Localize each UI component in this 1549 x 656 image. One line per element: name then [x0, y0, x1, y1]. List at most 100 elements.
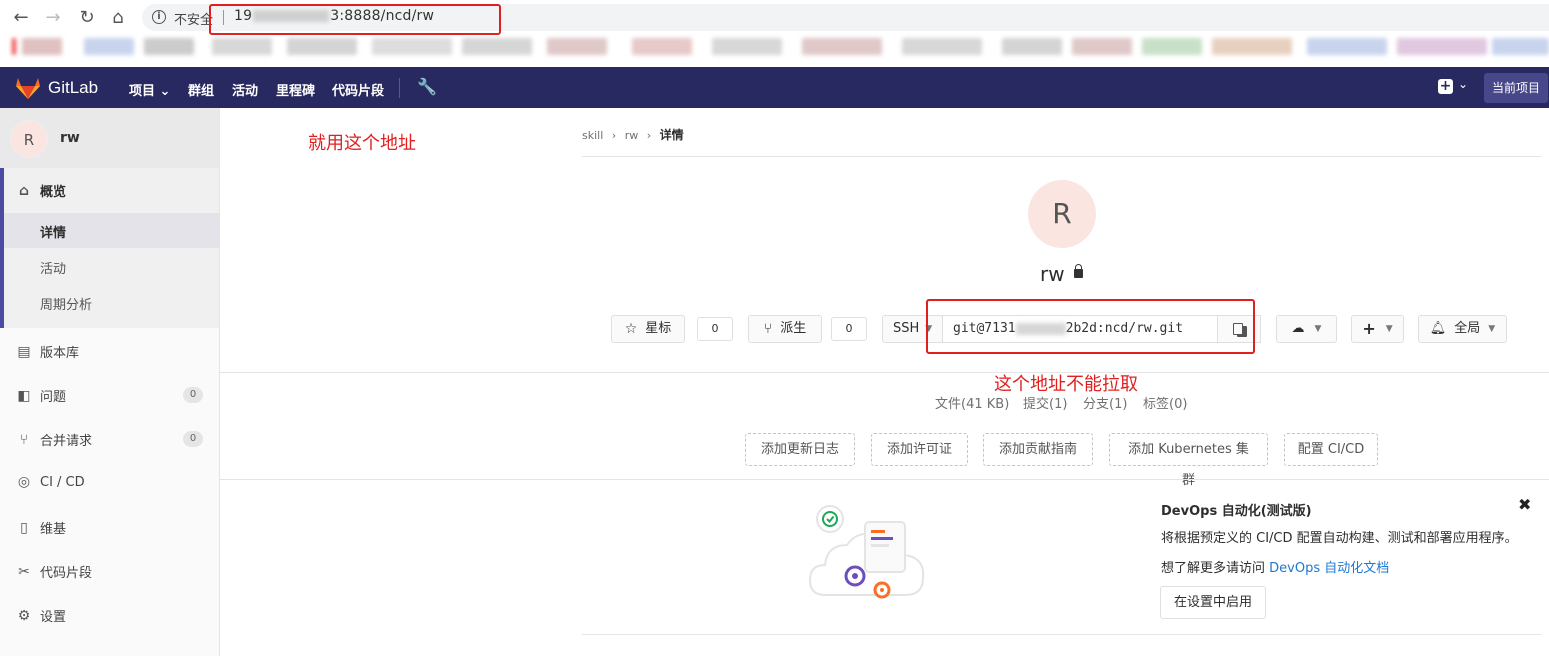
sidebar-item-label: 合并请求 — [40, 434, 93, 449]
gitlab-header: GitLab 项目 ⌄ 群组 活动 里程碑 代码片段 🔧 + ⌄ 当前项目 — [0, 67, 1549, 108]
sidebar-item-merge-requests[interactable]: ⑂ 合并请求 — [16, 430, 93, 450]
sidebar-item-wiki[interactable]: ▯ 维基 — [16, 518, 67, 538]
add-license-button[interactable]: 添加许可证 — [871, 433, 968, 466]
star-label: 星标 — [645, 321, 672, 336]
sidebar-sub-activity[interactable]: 活动 — [40, 258, 66, 277]
merge-request-icon: ⑂ — [19, 431, 29, 448]
stat-tags[interactable]: 标签(0) — [1143, 393, 1187, 412]
issues-count-badge: 0 — [183, 387, 203, 403]
devops-illustration-icon — [808, 505, 925, 599]
annotation-box-clone-url — [926, 299, 1255, 354]
project-title: rw — [1040, 262, 1065, 286]
sidebar-sub-details[interactable]: 详情 — [40, 222, 66, 241]
close-icon[interactable]: ✖ — [1518, 495, 1531, 514]
sidebar-item-label: CI / CD — [40, 474, 85, 490]
sidebar-item-label: 版本库 — [40, 346, 80, 361]
reload-icon[interactable]: ↻ — [76, 6, 98, 28]
fork-label: 派生 — [780, 321, 807, 336]
sidebar-project-name: rw — [60, 130, 80, 146]
protocol-label: SSH — [893, 321, 920, 336]
caret-down-icon: ▼ — [1488, 324, 1496, 334]
add-kubernetes-button[interactable]: 添加 Kubernetes 集群 — [1109, 433, 1268, 488]
enable-in-settings-button[interactable]: 在设置中启用 — [1160, 586, 1266, 619]
merge-requests-count-badge: 0 — [183, 431, 203, 447]
divider — [582, 156, 1541, 157]
annotation-use-this: 就用这个地址 — [308, 133, 416, 154]
divider — [582, 634, 1541, 635]
sidebar-item-snippets[interactable]: ✂ 代码片段 — [16, 562, 93, 582]
menu-activity[interactable]: 活动 — [232, 80, 258, 99]
bookmarks-bar — [12, 36, 1549, 58]
forward-icon[interactable]: → — [42, 6, 64, 28]
rocket-icon: ◎ — [17, 474, 31, 490]
chevron-down-icon[interactable]: ⌄ — [1458, 77, 1468, 91]
setup-ci-cd-button[interactable]: 配置 CI/CD — [1284, 433, 1378, 466]
current-project-button[interactable]: 当前项目 — [1484, 73, 1548, 103]
devops-more-info: 想了解更多请访问 DevOps 自动化文档 — [1161, 557, 1389, 576]
cloud-download-icon: ☁ — [1291, 321, 1305, 336]
lock-icon — [1074, 264, 1083, 278]
sidebar-item-label: 问题 — [40, 390, 67, 405]
back-icon[interactable]: ← — [10, 6, 32, 28]
admin-wrench-icon[interactable]: 🔧 — [417, 77, 437, 96]
sidebar-project-header[interactable]: R rw — [0, 108, 219, 168]
info-icon[interactable]: i — [152, 10, 166, 24]
add-contributing-button[interactable]: 添加贡献指南 — [983, 433, 1093, 466]
divider — [220, 479, 1549, 480]
project-avatar: R — [10, 120, 48, 158]
project-sidebar: R rw ⌂ 概览 详情 活动 周期分析 ▤ 版本库 ◧ 问题 0 ⑂ 合并请求 0 ◎… — [0, 108, 220, 656]
chevron-right-icon: › — [646, 129, 652, 142]
menu-projects-label: 项目 — [129, 84, 156, 99]
sidebar-sub-cycle-analytics[interactable]: 周期分析 — [40, 294, 92, 313]
notification-dropdown[interactable]: 🔔︎ 全局 ▼ — [1418, 315, 1507, 343]
home-icon: ⌂ — [18, 182, 30, 199]
plus-icon: + — [1362, 319, 1376, 338]
devops-more-prefix: 想了解更多请访问 — [1161, 561, 1270, 576]
menu-projects[interactable]: 项目 ⌄ — [129, 80, 170, 99]
gear-icon: ⚙ — [17, 607, 31, 624]
sidebar-item-label: 代码片段 — [40, 566, 93, 581]
devops-title: DevOps 自动化(测试版) — [1161, 504, 1312, 519]
devops-docs-link[interactable]: DevOps 自动化文档 — [1269, 561, 1389, 576]
header-divider — [399, 78, 400, 98]
breadcrumb-project[interactable]: rw — [625, 129, 639, 142]
menu-snippets[interactable]: 代码片段 — [332, 80, 384, 99]
sidebar-item-label: 设置 — [40, 610, 67, 625]
add-changelog-button[interactable]: 添加更新日志 — [745, 433, 855, 466]
caret-down-icon: ▼ — [1385, 324, 1393, 334]
menu-groups[interactable]: 群组 — [188, 80, 214, 99]
sidebar-item-ci-cd[interactable]: ◎ CI / CD — [16, 474, 85, 490]
star-icon: ☆ — [624, 321, 638, 337]
home-icon[interactable]: ⌂ — [107, 6, 129, 28]
sidebar-item-overview[interactable]: ⌂ 概览 — [16, 181, 67, 201]
star-count[interactable]: 0 — [697, 317, 733, 341]
stat-commits[interactable]: 提交(1) — [1023, 393, 1067, 412]
sidebar-item-repository[interactable]: ▤ 版本库 — [16, 342, 80, 362]
sidebar-item-label: 概览 — [40, 185, 67, 200]
browser-chrome: ← → ↻ ⌂ i 不安全 19 3:8888/ncd/rw — [0, 0, 1549, 66]
stat-files[interactable]: 文件(41 KB) — [935, 393, 1009, 412]
add-dropdown[interactable]: + ▼ — [1351, 315, 1404, 343]
insecure-label: 不安全 — [174, 13, 214, 28]
book-icon: ▯ — [20, 519, 28, 536]
sidebar-item-issues[interactable]: ◧ 问题 — [16, 386, 67, 406]
project-avatar-large: R — [1028, 180, 1096, 248]
divider — [220, 372, 1549, 373]
bell-icon: 🔔︎ — [1429, 321, 1447, 336]
fork-count[interactable]: 0 — [831, 317, 867, 341]
breadcrumb-group[interactable]: skill — [582, 129, 603, 142]
scissors-icon: ✂ — [18, 563, 30, 580]
star-button[interactable]: ☆ 星标 — [611, 315, 685, 343]
download-dropdown[interactable]: ☁ ▼ — [1276, 315, 1337, 343]
sidebar-item-label: 维基 — [40, 522, 67, 537]
sidebar-item-settings[interactable]: ⚙ 设置 — [16, 606, 67, 626]
menu-milestones[interactable]: 里程碑 — [276, 80, 315, 99]
breadcrumb-current[interactable]: 详情 — [660, 128, 684, 142]
new-plus-icon[interactable]: + — [1438, 79, 1453, 94]
chevron-right-icon: › — [611, 129, 617, 142]
brand-name[interactable]: GitLab — [48, 78, 98, 98]
fork-button[interactable]: ⑂ 派生 — [748, 315, 822, 343]
gitlab-logo-icon[interactable] — [16, 77, 40, 99]
stat-branches[interactable]: 分支(1) — [1083, 393, 1127, 412]
annotation-box-url — [209, 4, 501, 35]
